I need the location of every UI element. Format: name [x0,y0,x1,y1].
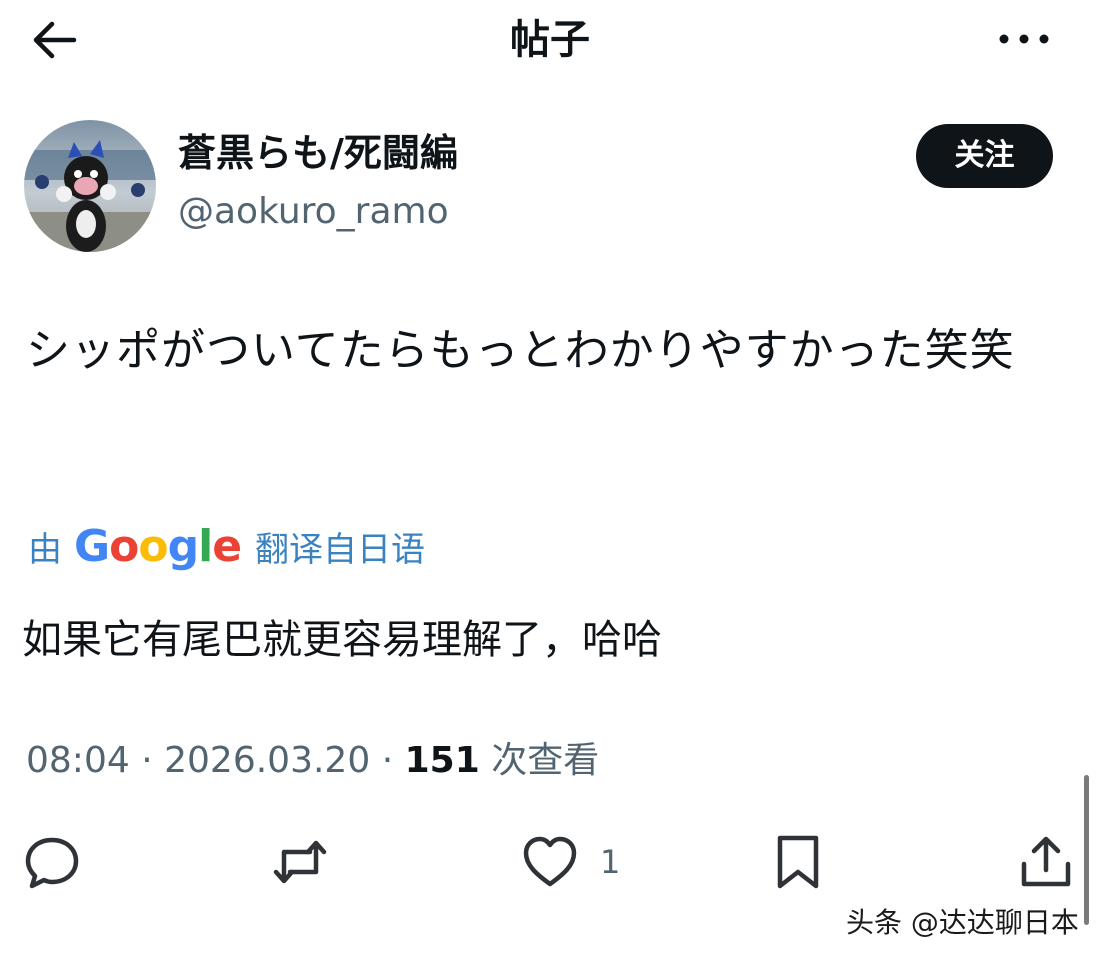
bookmark-button[interactable] [770,832,826,892]
repost-icon [273,840,327,884]
page-title: 帖子 [510,17,590,63]
watermark: 头条 @达达聊日本 [846,906,1079,939]
translation-link[interactable]: 由 Google 翻译自日语 [28,518,425,574]
heart-icon [523,836,577,887]
user-handle[interactable]: @aokuro_ramo [178,188,449,236]
more-horizontal-icon [999,34,1049,44]
views-count: 151 [404,740,480,781]
share-icon [1021,836,1071,887]
meta-separator: · [381,740,394,781]
repost-button[interactable] [272,832,328,892]
views-label: 次查看 [491,740,600,781]
display-name[interactable]: 蒼黒らも/死闘編 [178,128,458,178]
translation-suffix: 翻译自日语 [255,529,426,570]
meta-separator: · [141,740,153,781]
follow-button[interactable]: 关注 [916,124,1053,188]
translated-text: 如果它有尾巴就更容易理解了，哈哈 [22,617,662,663]
like-button[interactable]: 1 [522,832,620,892]
reply-button[interactable] [24,832,80,892]
share-button[interactable] [1018,832,1074,892]
post-date: 2026.03.20 [164,740,371,781]
post-time: 08:04 [26,740,130,781]
avatar-image [24,120,156,252]
google-logo: Google [74,520,242,572]
avatar[interactable] [24,120,156,252]
post-text: シッポがついてたらもっとわかりやすかった笑笑 [26,325,1015,376]
reply-icon [25,837,79,889]
like-count: 1 [600,843,621,881]
bookmark-icon [777,835,819,889]
more-button[interactable] [996,24,1052,54]
translation-prefix: 由 [28,529,62,570]
scrollbar[interactable] [1084,775,1089,925]
post-meta: 08:04 · 2026.03.20 · 151 次查看 [26,736,599,786]
